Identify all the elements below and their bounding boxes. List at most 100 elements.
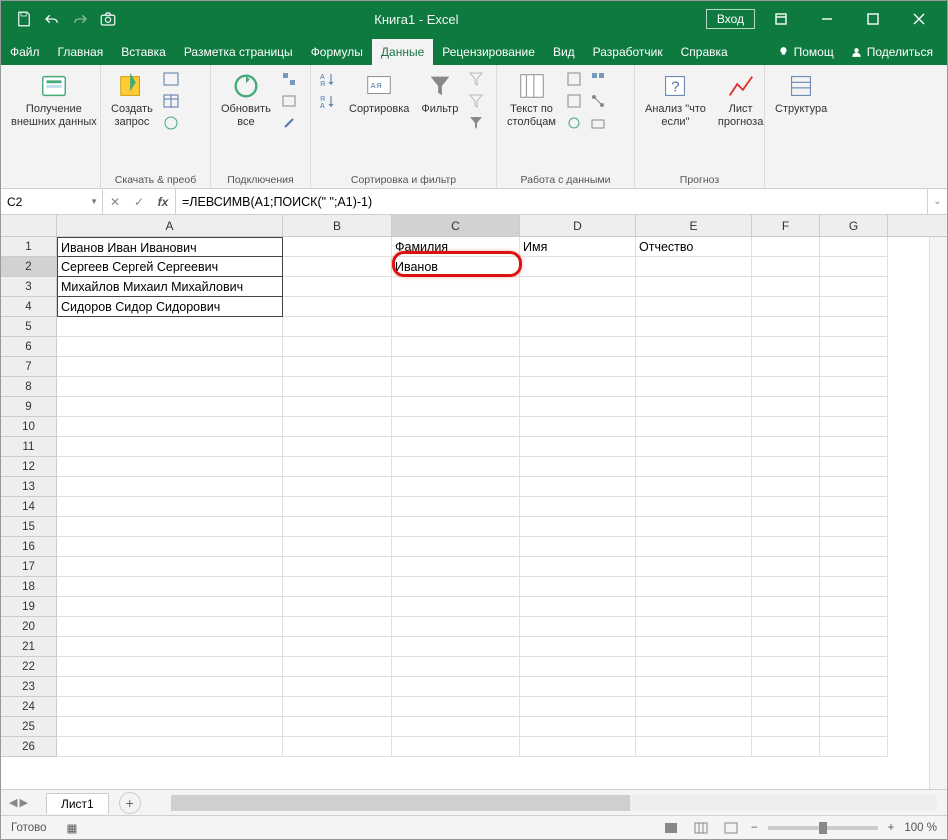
cell-D14[interactable] bbox=[520, 497, 636, 517]
cell-C18[interactable] bbox=[392, 577, 520, 597]
connections-button[interactable] bbox=[279, 69, 299, 89]
pagelayout-view-button[interactable] bbox=[691, 820, 711, 836]
new-query-button[interactable]: Создать запрос bbox=[107, 69, 157, 130]
from-table-button[interactable] bbox=[161, 91, 181, 111]
text-to-columns-button[interactable]: Текст по столбцам bbox=[503, 69, 560, 130]
cell-D23[interactable] bbox=[520, 677, 636, 697]
cell-A14[interactable] bbox=[57, 497, 283, 517]
cell-E23[interactable] bbox=[636, 677, 752, 697]
sheet-nav-next[interactable]: ▶ bbox=[19, 796, 27, 809]
cell-D6[interactable] bbox=[520, 337, 636, 357]
what-if-button[interactable]: ?Анализ "что если" bbox=[641, 69, 710, 130]
cell-G26[interactable] bbox=[820, 737, 888, 757]
col-header-F[interactable]: F bbox=[752, 215, 820, 236]
cell-F7[interactable] bbox=[752, 357, 820, 377]
cell-D15[interactable] bbox=[520, 517, 636, 537]
cell-A5[interactable] bbox=[57, 317, 283, 337]
cell-C3[interactable] bbox=[392, 277, 520, 297]
cell-D11[interactable] bbox=[520, 437, 636, 457]
get-external-data-button[interactable]: Получение внешних данных bbox=[7, 69, 101, 130]
cell-D16[interactable] bbox=[520, 537, 636, 557]
cell-B12[interactable] bbox=[283, 457, 392, 477]
cell-B26[interactable] bbox=[283, 737, 392, 757]
cell-A26[interactable] bbox=[57, 737, 283, 757]
cell-C4[interactable] bbox=[392, 297, 520, 317]
cell-A4[interactable]: Сидоров Сидор Сидорович bbox=[57, 297, 283, 317]
cell-G2[interactable] bbox=[820, 257, 888, 277]
cell-C2[interactable]: Иванов bbox=[392, 257, 520, 277]
redo-icon[interactable] bbox=[71, 10, 89, 28]
cell-A25[interactable] bbox=[57, 717, 283, 737]
cell-A21[interactable] bbox=[57, 637, 283, 657]
formula-input[interactable]: =ЛЕВСИМВ(A1;ПОИСК(" ";A1)-1) bbox=[176, 189, 927, 214]
cell-D9[interactable] bbox=[520, 397, 636, 417]
cell-G8[interactable] bbox=[820, 377, 888, 397]
col-header-C[interactable]: C bbox=[392, 215, 520, 236]
cell-A13[interactable] bbox=[57, 477, 283, 497]
row-header[interactable]: 6 bbox=[1, 337, 57, 357]
edit-links-button[interactable] bbox=[279, 113, 299, 133]
cell-G19[interactable] bbox=[820, 597, 888, 617]
col-header-G[interactable]: G bbox=[820, 215, 888, 236]
cell-B10[interactable] bbox=[283, 417, 392, 437]
cell-F23[interactable] bbox=[752, 677, 820, 697]
row-header[interactable]: 14 bbox=[1, 497, 57, 517]
cell-F1[interactable] bbox=[752, 237, 820, 257]
cell-F10[interactable] bbox=[752, 417, 820, 437]
cell-A2[interactable]: Сергеев Сергей Сергеевич bbox=[57, 257, 283, 277]
col-header-B[interactable]: B bbox=[283, 215, 392, 236]
cell-C21[interactable] bbox=[392, 637, 520, 657]
cell-B14[interactable] bbox=[283, 497, 392, 517]
cell-F20[interactable] bbox=[752, 617, 820, 637]
recent-sources-button[interactable] bbox=[161, 113, 181, 133]
cell-F19[interactable] bbox=[752, 597, 820, 617]
cell-E18[interactable] bbox=[636, 577, 752, 597]
select-all-corner[interactable] bbox=[1, 215, 57, 236]
zoom-slider[interactable] bbox=[768, 826, 878, 830]
cell-B6[interactable] bbox=[283, 337, 392, 357]
cell-D8[interactable] bbox=[520, 377, 636, 397]
cell-D26[interactable] bbox=[520, 737, 636, 757]
cell-G3[interactable] bbox=[820, 277, 888, 297]
cell-F17[interactable] bbox=[752, 557, 820, 577]
cell-A7[interactable] bbox=[57, 357, 283, 377]
cell-D24[interactable] bbox=[520, 697, 636, 717]
cell-C17[interactable] bbox=[392, 557, 520, 577]
cell-G4[interactable] bbox=[820, 297, 888, 317]
row-header[interactable]: 13 bbox=[1, 477, 57, 497]
manage-datamodel-button[interactable] bbox=[588, 113, 608, 133]
reapply-button[interactable] bbox=[466, 91, 486, 111]
cell-A1[interactable]: Иванов Иван Иванович bbox=[57, 237, 283, 257]
cell-G9[interactable] bbox=[820, 397, 888, 417]
cell-B21[interactable] bbox=[283, 637, 392, 657]
normal-view-button[interactable] bbox=[661, 820, 681, 836]
cell-A22[interactable] bbox=[57, 657, 283, 677]
tab-view[interactable]: Вид bbox=[544, 39, 584, 65]
cell-A16[interactable] bbox=[57, 537, 283, 557]
cell-E20[interactable] bbox=[636, 617, 752, 637]
cell-F14[interactable] bbox=[752, 497, 820, 517]
cell-F8[interactable] bbox=[752, 377, 820, 397]
cell-G21[interactable] bbox=[820, 637, 888, 657]
cell-D13[interactable] bbox=[520, 477, 636, 497]
enter-formula-button[interactable]: ✓ bbox=[127, 195, 151, 209]
cell-G24[interactable] bbox=[820, 697, 888, 717]
vertical-scrollbar[interactable] bbox=[929, 237, 947, 789]
tab-help[interactable]: Справка bbox=[672, 39, 737, 65]
sheet-nav-prev[interactable]: ◀ bbox=[9, 796, 17, 809]
cell-A23[interactable] bbox=[57, 677, 283, 697]
cell-D1[interactable]: Имя bbox=[520, 237, 636, 257]
cell-C11[interactable] bbox=[392, 437, 520, 457]
cell-D21[interactable] bbox=[520, 637, 636, 657]
cell-G17[interactable] bbox=[820, 557, 888, 577]
cell-E4[interactable] bbox=[636, 297, 752, 317]
cell-E9[interactable] bbox=[636, 397, 752, 417]
cell-C7[interactable] bbox=[392, 357, 520, 377]
row-header[interactable]: 8 bbox=[1, 377, 57, 397]
row-header[interactable]: 18 bbox=[1, 577, 57, 597]
row-header[interactable]: 9 bbox=[1, 397, 57, 417]
cell-F22[interactable] bbox=[752, 657, 820, 677]
cell-D19[interactable] bbox=[520, 597, 636, 617]
cell-F24[interactable] bbox=[752, 697, 820, 717]
cell-E17[interactable] bbox=[636, 557, 752, 577]
